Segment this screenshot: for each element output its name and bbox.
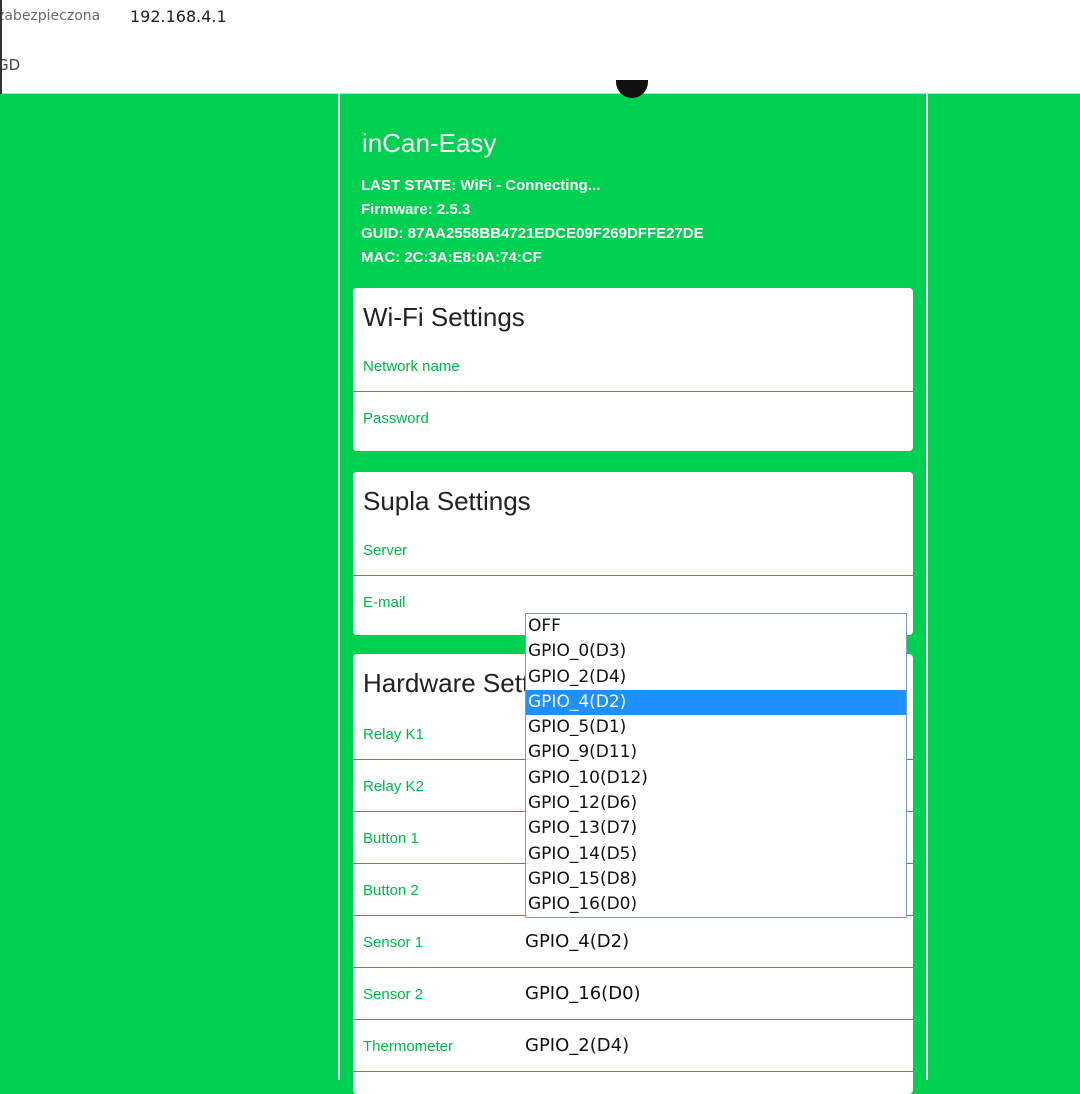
wifi-settings-title: Wi-Fi Settings [363,302,525,332]
sensor-2-row[interactable]: Sensor 2 GPIO_16(D0) [353,968,913,1020]
relay-k1-label: Relay K1 [363,726,424,743]
dropdown-option[interactable]: GPIO_14(D5) [526,842,906,867]
supla-settings-title: Supla Settings [363,486,531,516]
dropdown-option-selected[interactable]: GPIO_4(D2) [526,689,906,716]
logo-icon [616,80,648,98]
firmware-text: Firmware: 2.5.3 [361,201,471,218]
sensor-2-label: Sensor 2 [363,986,424,1003]
network-name-label: Network name [363,358,460,375]
relay-k2-label: Relay K2 [363,778,424,795]
dropdown-option[interactable]: GPIO_10(D12) [526,766,906,791]
button-2-label: Button 2 [363,882,419,899]
dropdown-option[interactable]: GPIO_2(D4) [526,665,906,690]
supla-settings-card: Supla Settings Server E-mail [353,472,913,635]
gpio-dropdown-list[interactable]: OFF GPIO_0(D3) GPIO_2(D4) GPIO_4(D2) GPI… [525,613,907,918]
bookmark-item[interactable]: GD [0,56,20,74]
dropdown-option[interactable]: GPIO_12(D6) [526,791,906,816]
dropdown-option[interactable]: GPIO_15(D8) [526,867,906,892]
dropdown-option[interactable]: GPIO_0(D3) [526,639,906,664]
mac-text: MAC: 2C:3A:E8:0A:74:CF [361,249,542,266]
config-page: inCan-Easy LAST STATE: WiFi - Connecting… [338,80,928,1094]
server-label: Server [363,542,408,559]
dropdown-option[interactable]: GPIO_5(D1) [526,715,906,740]
sensor-1-row[interactable]: Sensor 1 GPIO_4(D2) [353,916,913,968]
sensor-1-label: Sensor 1 [363,934,424,951]
dropdown-option[interactable]: GPIO_13(D7) [526,816,906,841]
thermometer-label: Thermometer [363,1038,454,1055]
thermometer-select[interactable]: GPIO_2(D4) [525,1035,629,1056]
address-bar-url[interactable]: 192.168.4.1 [130,7,227,26]
dropdown-option[interactable]: GPIO_9(D11) [526,740,906,765]
guid-text: GUID: 87AA2558BB4721EDCE09F269DFFE27DE [361,225,704,242]
dropdown-option[interactable]: OFF [526,614,906,639]
browser-toolbar: zabezpieczona 192.168.4.1 GD [0,0,1080,94]
network-name-field[interactable]: Network name [353,340,913,392]
security-status[interactable]: zabezpieczona [0,8,100,24]
password-label: Password [363,410,429,427]
sensor-1-select[interactable]: GPIO_4(D2) [525,931,629,952]
dropdown-option[interactable]: GPIO_16(D0) [526,892,906,917]
email-label: E-mail [363,594,406,611]
thermometer-row[interactable]: Thermometer GPIO_2(D4) [353,1020,913,1072]
password-field[interactable]: Password [353,392,913,444]
sensor-2-select[interactable]: GPIO_16(D0) [525,983,641,1004]
button-1-label: Button 1 [363,830,419,847]
window-edge [0,0,2,94]
wifi-settings-card: Wi-Fi Settings Network name Password [353,288,913,451]
last-state-text: LAST STATE: WiFi - Connecting... [361,177,601,194]
page-title: inCan-Easy [362,128,497,158]
server-field[interactable]: Server [353,524,913,576]
